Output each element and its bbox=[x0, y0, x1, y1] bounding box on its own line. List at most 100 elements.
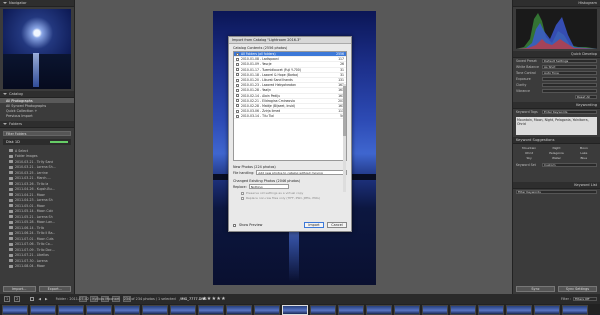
keywords-textarea[interactable]: Mountain, Moon, Night, Pelagonia, Yolnit… bbox=[516, 117, 597, 135]
filmstrip-thumbnail[interactable] bbox=[478, 305, 504, 315]
folder-checkbox[interactable] bbox=[236, 62, 239, 66]
keyword-suggestion[interactable]: Sky bbox=[516, 156, 542, 160]
filmstrip-thumbnail[interactable] bbox=[198, 305, 224, 315]
folder-checkbox[interactable] bbox=[236, 73, 239, 77]
people-view-button[interactable] bbox=[123, 296, 131, 302]
folder-checkbox[interactable] bbox=[236, 78, 239, 82]
keyword-list-header[interactable]: Keyword List bbox=[513, 182, 600, 189]
folder-checkbox[interactable] bbox=[236, 109, 239, 113]
keyword-suggestion[interactable]: Moon bbox=[571, 146, 597, 150]
folder-checkbox[interactable] bbox=[236, 52, 239, 56]
rating-stars[interactable]: ★★★★★ bbox=[202, 296, 226, 302]
folder-item-label: 2010-03-21 - Tirlly Sand bbox=[15, 159, 54, 164]
clarity-stepper[interactable] bbox=[542, 82, 597, 88]
white-balance-label: White Balance bbox=[516, 65, 539, 69]
keyword-suggestion[interactable]: Water bbox=[543, 156, 569, 160]
filter-select[interactable]: Filters Off bbox=[573, 296, 597, 302]
keyword-suggestion[interactable]: Ohrid bbox=[516, 151, 542, 155]
navigator-preview[interactable] bbox=[3, 9, 71, 89]
replace-select[interactable]: Nothing bbox=[248, 184, 289, 189]
filmstrip-thumbnail[interactable] bbox=[422, 305, 448, 315]
folder-checkbox[interactable] bbox=[236, 94, 239, 98]
compare-view-button[interactable] bbox=[101, 296, 109, 302]
filmstrip-thumbnail[interactable] bbox=[2, 305, 28, 315]
folder-item-label: 2011-03-21 - March-... bbox=[15, 176, 51, 181]
navigator-header[interactable]: Navigator bbox=[0, 0, 74, 7]
folder-checkbox[interactable] bbox=[236, 88, 239, 92]
filmstrip-thumbnail[interactable] bbox=[338, 305, 364, 315]
filter-keywords-field[interactable]: Filter Keywords bbox=[516, 189, 597, 195]
filmstrip-thumbnail[interactable] bbox=[58, 305, 84, 315]
reset-all-button[interactable]: Reset All bbox=[575, 94, 597, 100]
keyword-suggestion[interactable]: Lake bbox=[571, 151, 597, 155]
filmstrip-thumbnail[interactable] bbox=[170, 305, 196, 315]
keyword-suggestion[interactable]: Pelagonia bbox=[543, 151, 569, 155]
filmstrip-thumbnail[interactable] bbox=[534, 305, 560, 315]
preserve-settings-checkbox[interactable] bbox=[241, 191, 244, 195]
filter-folders-field[interactable]: Filter Folders bbox=[3, 131, 71, 136]
catalog-header[interactable]: Catalog bbox=[0, 91, 74, 98]
list-scrollbar[interactable] bbox=[343, 84, 346, 192]
import-button[interactable]: Import... bbox=[3, 286, 36, 292]
folder-checkbox[interactable] bbox=[236, 114, 239, 118]
volume-row[interactable]: Disk 1D bbox=[3, 139, 71, 145]
auto-tone-button[interactable]: Auto Tone bbox=[542, 70, 597, 76]
keyword-suggestions-header[interactable]: Keyword Suggestions bbox=[513, 137, 600, 144]
scroll-thumb[interactable] bbox=[343, 86, 346, 136]
white-balance-select[interactable]: As Shot bbox=[542, 64, 597, 70]
folder-checkbox[interactable] bbox=[236, 68, 239, 72]
folder-icon bbox=[9, 253, 13, 257]
folder-checkbox[interactable] bbox=[236, 104, 239, 108]
filmstrip-thumbnail[interactable] bbox=[226, 305, 252, 315]
exposure-stepper[interactable] bbox=[542, 76, 597, 82]
catalog-item-label: Quick Collection + bbox=[6, 108, 38, 113]
catalog-folder-row[interactable]: 2010-03-14 - Tilu Tial54 bbox=[234, 114, 346, 120]
filmstrip-thumbnail[interactable] bbox=[142, 305, 168, 315]
filmstrip-thumbnail[interactable] bbox=[282, 305, 308, 315]
keyword-set-label: Keyword Set bbox=[516, 163, 536, 167]
filmstrip-thumbnail[interactable] bbox=[310, 305, 336, 315]
folder-name: 2010-01-08 - Ladispaoni bbox=[241, 57, 279, 62]
keyword-suggestion[interactable]: Night bbox=[543, 146, 569, 150]
cancel-button[interactable]: Cancel bbox=[327, 222, 347, 228]
filmstrip-thumbnail[interactable] bbox=[394, 305, 420, 315]
folder-checkbox[interactable] bbox=[236, 99, 239, 103]
folder-photo-count: 31 bbox=[340, 72, 344, 77]
filmstrip-thumbnail[interactable] bbox=[86, 305, 112, 315]
saved-preset-select[interactable]: Default Settings bbox=[542, 58, 597, 64]
keyword-suggestion[interactable]: Mountain bbox=[516, 146, 542, 150]
filmstrip-thumbnail[interactable] bbox=[506, 305, 532, 315]
folder-checkbox[interactable] bbox=[236, 83, 239, 87]
keyword-set-select[interactable]: Custom bbox=[542, 162, 597, 168]
sync-settings-button[interactable]: Sync Settings bbox=[558, 286, 597, 292]
keywording-header[interactable]: Keywording bbox=[513, 102, 600, 109]
filmstrip-thumbnail[interactable] bbox=[366, 305, 392, 315]
export-button[interactable]: Export... bbox=[38, 286, 71, 292]
quick-develop-header[interactable]: Quick Develop bbox=[513, 51, 600, 58]
folder-item[interactable]: 2011-08-04 - Moon bbox=[0, 264, 74, 270]
filmstrip-thumbnail[interactable] bbox=[114, 305, 140, 315]
collapse-icon bbox=[3, 123, 7, 125]
keyword-tags-select[interactable]: Enter Keywords bbox=[542, 109, 597, 115]
replace-nonraw-checkbox[interactable] bbox=[241, 196, 244, 200]
catalog-contents-label: Catalog Contents (2556 photos) bbox=[233, 46, 288, 50]
vibrance-stepper[interactable] bbox=[542, 88, 597, 94]
keyword-suggestion[interactable]: Blue bbox=[571, 156, 597, 160]
filmstrip-thumbnail[interactable] bbox=[450, 305, 476, 315]
folder-name: All Folders (all folders) bbox=[241, 52, 276, 57]
histogram-header[interactable]: Histogram bbox=[513, 0, 600, 7]
folders-header[interactable]: Folders bbox=[0, 121, 74, 128]
filmstrip-thumbnail[interactable] bbox=[254, 305, 280, 315]
folder-checkbox[interactable] bbox=[236, 57, 239, 61]
survey-view-button[interactable] bbox=[112, 296, 120, 302]
show-preview-checkbox[interactable] bbox=[233, 223, 236, 227]
filmstrip-thumbnail[interactable] bbox=[562, 305, 588, 315]
file-handling-select[interactable]: Add new photos to catalog without moving bbox=[256, 170, 347, 175]
filmstrip-thumbnail[interactable] bbox=[30, 305, 56, 315]
grid-view-button[interactable] bbox=[79, 296, 87, 302]
folder-icon bbox=[9, 187, 13, 191]
sync-button[interactable]: Sync bbox=[516, 286, 555, 292]
import-button-dialog[interactable]: Import bbox=[304, 222, 324, 228]
catalog-item[interactable]: Previous Import bbox=[0, 113, 74, 118]
loupe-view-button[interactable] bbox=[90, 296, 98, 302]
